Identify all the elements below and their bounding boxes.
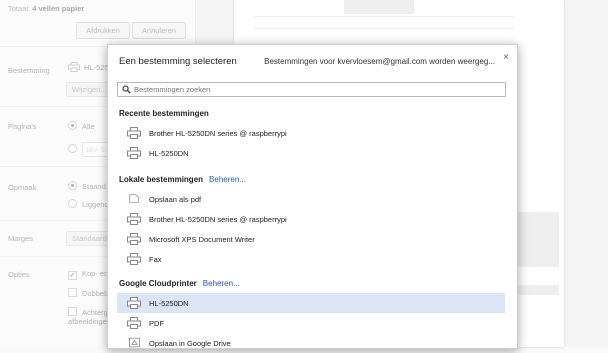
local-manage-link[interactable]: Beheren... [209,175,246,184]
pdf-file-icon [129,194,139,203]
close-button[interactable]: × [503,52,509,63]
local-section-label: Lokale bestemmingen [119,175,204,184]
destination-name: Fax [149,255,162,264]
printer-icon [127,317,141,329]
destination-search[interactable] [117,82,506,97]
search-input[interactable] [134,83,494,96]
destination-item-recent-hl5250dn[interactable]: HL-5250DN [117,143,505,163]
destination-item-recent-brother[interactable]: Brother HL-5250DN series @ raspberrypi [117,123,505,143]
destination-name: Brother HL-5250DN series @ raspberrypi [149,215,287,224]
local-section-title: Lokale bestemmingen Beheren... [119,175,246,184]
destination-item-xps-writer[interactable]: Microsoft XPS Document Writer [117,229,505,249]
destination-item-cloud-pdf[interactable]: PDF [117,313,505,333]
destination-name: PDF [149,319,164,328]
destination-item-local-brother[interactable]: Brother HL-5250DN series @ raspberrypi [117,209,505,229]
destination-item-fax[interactable]: Fax [117,249,505,269]
google-drive-icon [129,337,140,348]
account-note: Bestemmingen voor kvervloesem@gmail.com … [264,57,495,66]
destination-item-google-drive[interactable]: Opslaan in Google Drive [117,333,505,353]
cloud-manage-link[interactable]: Beheren... [203,279,240,288]
recent-section-title: Recente bestemmingen [119,109,209,118]
destination-name: HL-5250DN [149,299,189,308]
printer-icon [127,147,141,159]
destination-item-cloud-hl5250dn[interactable]: HL-5250DN [117,293,505,313]
destination-name: HL-5250DN [149,149,189,158]
cloud-section-label: Google Cloudprinter [119,279,197,288]
printer-icon [127,233,141,245]
search-icon [122,85,131,94]
destination-name: Brother HL-5250DN series @ raspberrypi [149,129,287,138]
printer-icon [127,297,141,309]
destination-name: Opslaan als pdf [149,195,202,204]
destination-item-save-pdf[interactable]: Opslaan als pdf [117,189,505,209]
printer-icon [127,127,141,139]
cloud-section-title: Google Cloudprinter Beheren... [119,279,240,288]
printer-icon [127,253,141,265]
dialog-title: Een bestemming selecteren [119,56,237,67]
printer-icon [127,213,141,225]
destination-dialog: Een bestemming selecteren Bestemmingen v… [107,44,518,349]
destination-name: Microsoft XPS Document Writer [149,235,255,244]
